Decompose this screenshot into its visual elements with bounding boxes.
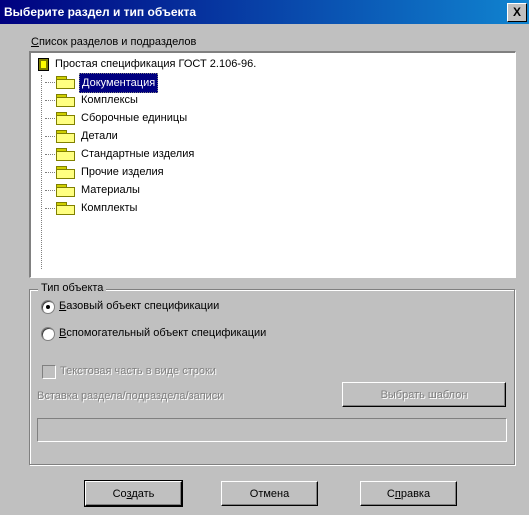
tree-item-kits[interactable]: Комплекты [35,199,235,217]
tree-item-documentation[interactable]: Документация [35,73,235,93]
window-title: Выберите раздел и тип объекта [4,5,197,19]
create-button[interactable]: Создать [84,480,183,507]
template-field[interactable] [37,418,507,442]
folder-icon [56,148,76,161]
folder-icon [56,94,76,107]
tree-item-label: Детали [81,130,118,142]
close-button[interactable]: X [507,3,527,22]
tree-item-label: Документация [79,73,159,93]
folder-icon [56,112,76,125]
cancel-button[interactable]: Отмена [221,481,318,506]
aux-object-label: Вспомогательный объект спецификации [59,327,267,339]
folder-icon [56,184,76,197]
folder-icon [56,166,76,179]
tree-item-assemblies[interactable]: Сборочные единицы [35,109,235,127]
insert-hint: Вставка раздела/подраздела/записи [37,390,224,402]
section-list-label: Список разделов и подразделов [31,36,197,48]
text-part-checkbox[interactable] [42,365,56,379]
section-tree[interactable]: Простая спецификация ГОСТ 2.106-96. Доку… [29,51,516,278]
close-icon: X [512,5,521,19]
tree-item-label: Комплекты [81,202,138,214]
tree-item-parts[interactable]: Детали [35,127,235,145]
help-button[interactable]: Справка [360,481,457,506]
text-part-label: Текстовая часть в виде строки [60,365,216,377]
object-type-group: Тип объекта Базовый объект спецификации … [29,282,515,465]
choose-template-button[interactable]: Выбрать шаблон [342,382,506,407]
tree-item-label: Прочие изделия [81,166,164,178]
tree-item-materials[interactable]: Материалы [35,181,235,199]
tree-item-standard-products[interactable]: Стандартные изделия [35,145,235,163]
tree-item-label: Комплексы [81,94,138,106]
tree-item-complexes[interactable]: Комплексы [35,91,235,109]
tree-item-label: Стандартные изделия [81,148,195,160]
folder-icon [56,202,76,215]
object-type-legend: Тип объекта [38,282,107,294]
specification-icon [38,58,49,71]
title-bar[interactable]: Выберите раздел и тип объекта X [0,0,529,24]
folder-icon [56,76,76,89]
tree-item-label: Сборочные единицы [81,112,188,124]
tree-root-label: Простая спецификация ГОСТ 2.106-96. [55,58,257,70]
aux-object-radio[interactable] [41,327,55,341]
folder-icon [56,130,76,143]
base-object-radio[interactable] [41,300,55,314]
base-object-label: Базовый объект спецификации [59,300,220,312]
tree-item-other-products[interactable]: Прочие изделия [35,163,235,181]
dialog-window: Выберите раздел и тип объекта X Список р… [0,0,529,515]
tree-item-label: Материалы [81,184,140,196]
